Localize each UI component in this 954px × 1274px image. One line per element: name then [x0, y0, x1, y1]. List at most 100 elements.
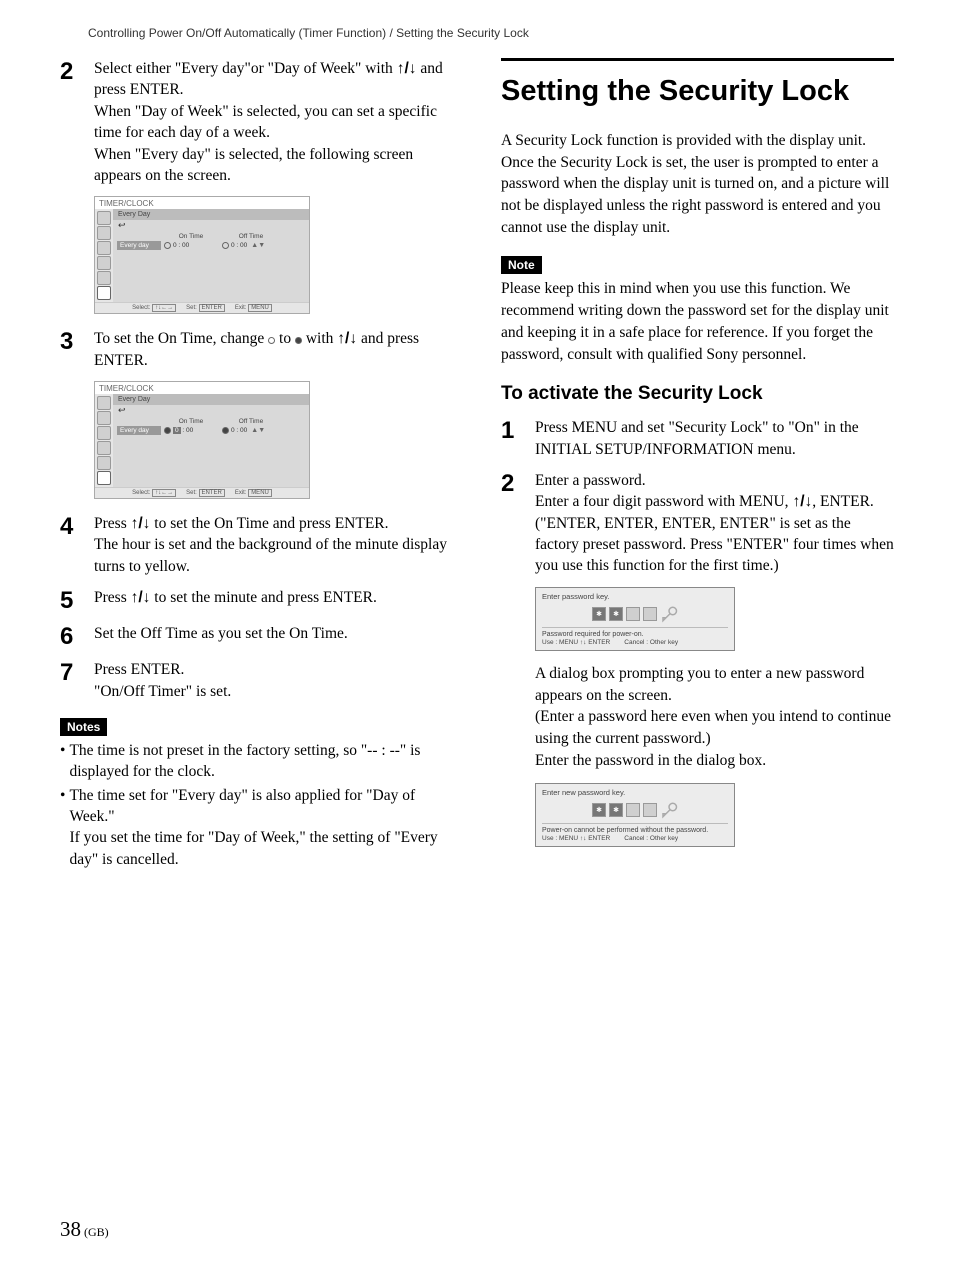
label: Exit: — [235, 490, 247, 496]
dialog-cancel: Cancel : Other key — [624, 639, 678, 646]
right-step-1: 1 Press MENU and set "Security Lock" to … — [501, 417, 894, 460]
page-number: 38 (GB) — [60, 1217, 109, 1242]
radio-off-icon — [222, 242, 229, 249]
password-digit-empty — [643, 607, 657, 621]
right-column: Setting the Security Lock A Security Loc… — [501, 58, 894, 872]
note-item: If you set the time for "Day of Week," t… — [69, 829, 437, 867]
text: A dialog box prompting you to enter a ne… — [535, 663, 894, 706]
back-icon: ↩ — [113, 220, 309, 231]
text: , ENTER. — [812, 493, 874, 510]
key-icon — [660, 801, 678, 819]
col-off-time: Off Time — [221, 418, 281, 425]
notes-label: Notes — [60, 718, 107, 736]
arrow-up-down-icon: ↑/↓ — [131, 515, 151, 532]
osd-header: Every Day — [113, 209, 309, 220]
text: ("ENTER, ENTER, ENTER, ENTER" is set as … — [535, 513, 894, 577]
stepper-icon: ▲▼ — [251, 242, 265, 249]
col-on-time: On Time — [161, 418, 221, 425]
radio-on-icon — [222, 427, 229, 434]
password-dialog-2: Enter new password key. ✱ ✱ Power-on can… — [535, 783, 735, 847]
password-digit-filled: ✱ — [592, 803, 606, 817]
key: ↑↓←→ — [152, 304, 176, 312]
key: ENTER — [199, 304, 225, 312]
radio-on-icon — [164, 427, 171, 434]
subheading: To activate the Security Lock — [501, 383, 894, 405]
arrow-up-down-icon: ↑/↓ — [131, 589, 151, 606]
dialog-title: Enter password key. — [542, 592, 728, 601]
step-number: 6 — [60, 623, 94, 649]
text: Enter a password. — [535, 470, 894, 491]
step-3: 3 To set the On Time, change to with ↑/↓… — [60, 328, 453, 371]
text: (Enter a password here even when you int… — [535, 706, 894, 749]
password-digit-empty — [643, 803, 657, 817]
label: Set: — [186, 305, 197, 311]
arrow-up-down-icon: ↑/↓ — [337, 330, 357, 347]
label: Set: — [186, 490, 197, 496]
osd-screenshot-1: TIMER/CLOCK Every Day ↩ On Time Off Time… — [94, 196, 310, 314]
hour: 0 — [173, 242, 177, 249]
step-number: 2 — [60, 58, 94, 186]
step-6: 6 Set the Off Time as you set the On Tim… — [60, 623, 453, 649]
back-icon: ↩ — [113, 405, 309, 416]
label: Select: — [132, 305, 150, 311]
key: MENU — [248, 304, 272, 312]
step-number: 4 — [60, 513, 94, 577]
step-number: 5 — [60, 587, 94, 613]
arrow-up-down-icon: ↑/↓ — [397, 60, 417, 77]
radio-off-icon — [164, 242, 171, 249]
page-language: (GB) — [81, 1225, 109, 1239]
text: When "Every day" is selected, the follow… — [94, 144, 453, 187]
password-dialog-1: Enter password key. ✱ ✱ Password require… — [535, 587, 735, 651]
step-number: 1 — [501, 417, 535, 460]
note-body: Please keep this in mind when you use th… — [501, 278, 894, 365]
text: to set the minute and press ENTER. — [150, 589, 376, 606]
minute: 00 — [240, 427, 247, 434]
step-number: 3 — [60, 328, 94, 371]
row-label: Every day — [117, 241, 161, 250]
horizontal-rule — [501, 58, 894, 61]
page-number-value: 38 — [60, 1217, 81, 1241]
dialog-cancel: Cancel : Other key — [624, 835, 678, 842]
text: Press — [94, 589, 131, 606]
step-number: 2 — [501, 470, 535, 577]
key: MENU — [248, 489, 272, 497]
breadcrumb: Controlling Power On/Off Automatically (… — [60, 26, 894, 40]
key: ↑↓←→ — [152, 489, 176, 497]
dialog-title: Enter new password key. — [542, 788, 728, 797]
hour: 0 — [231, 427, 235, 434]
intro-paragraph: A Security Lock function is provided wit… — [501, 130, 894, 238]
key-icon — [660, 605, 678, 623]
osd-sidebar-icons — [95, 209, 113, 302]
dialog-message: Power-on cannot be performed without the… — [542, 827, 728, 834]
text: Enter a four digit password with MENU, — [535, 493, 792, 510]
note-label: Note — [501, 256, 542, 274]
text: "On/Off Timer" is set. — [94, 681, 453, 702]
page-title: Setting the Security Lock — [501, 75, 894, 108]
text: The hour is set and the background of th… — [94, 534, 453, 577]
col-on-time: On Time — [161, 233, 221, 240]
text: Press — [94, 515, 131, 532]
radio-on-icon — [295, 337, 302, 344]
stepper-icon: ▲▼ — [251, 427, 265, 434]
key: ENTER — [199, 489, 225, 497]
step-7: 7 Press ENTER. "On/Off Timer" is set. — [60, 659, 453, 702]
note-item: The time is not preset in the factory se… — [69, 740, 453, 783]
password-digit-empty — [626, 607, 640, 621]
minute: 00 — [182, 242, 189, 249]
text: When "Day of Week" is selected, you can … — [94, 101, 453, 144]
osd-sidebar-icons — [95, 394, 113, 487]
note-item: The time set for "Every day" is also app… — [69, 787, 415, 825]
dialog-use: Use : MENU ↑↓ ENTER — [542, 835, 610, 842]
text: Press ENTER. — [94, 659, 453, 680]
password-digit-filled: ✱ — [609, 607, 623, 621]
step-4: 4 Press ↑/↓ to set the On Time and press… — [60, 513, 453, 577]
password-digit-filled: ✱ — [609, 803, 623, 817]
text: Press MENU and set "Security Lock" to "O… — [535, 417, 894, 460]
step-5: 5 Press ↑/↓ to set the minute and press … — [60, 587, 453, 613]
hour-highlight: 0 — [173, 427, 181, 434]
minute: 00 — [186, 427, 193, 434]
dialog-message: Password required for power-on. — [542, 631, 728, 638]
notes-list: The time is not preset in the factory se… — [60, 740, 453, 870]
minute: 00 — [240, 242, 247, 249]
step-2: 2 Select either "Every day"or "Day of We… — [60, 58, 453, 186]
